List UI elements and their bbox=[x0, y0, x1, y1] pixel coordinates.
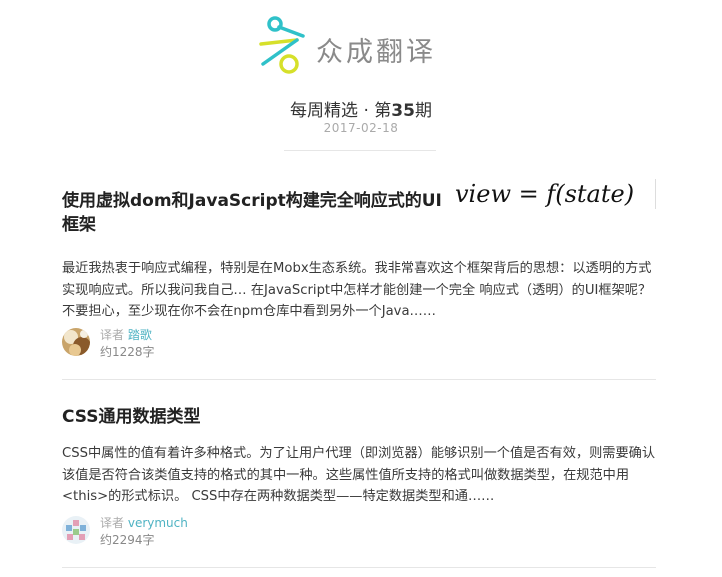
article-cover-formula[interactable]: view = f(state) bbox=[455, 179, 656, 209]
issue-date: 2017-02-18 bbox=[323, 121, 399, 135]
translator-label: 译者 bbox=[100, 328, 125, 342]
site-logo[interactable]: 众成翻译 bbox=[0, 10, 722, 80]
article-byline: 译者 踏歌 约1228字 bbox=[62, 326, 362, 364]
translator-line: 译者 verymuch bbox=[100, 514, 188, 531]
article-divider bbox=[62, 567, 656, 568]
article-summary: CSS中属性的值有着许多种格式。为了让用户代理（即浏览器）能够识别一个值是否有效… bbox=[62, 446, 656, 504]
avatar-photo-icon[interactable] bbox=[62, 328, 90, 356]
issue-number: 35 bbox=[391, 101, 415, 121]
word-count: 约1228字 bbox=[100, 345, 155, 359]
word-count: 约2294字 bbox=[100, 533, 155, 547]
article-card-2: CSS通用数据类型 bbox=[62, 405, 656, 429]
issue-title-prefix: 每周精选 · 第 bbox=[290, 101, 392, 121]
article-title[interactable]: 使用虚拟dom和JavaScript构建完全响应式的UI框架 bbox=[62, 189, 447, 237]
issue-divider bbox=[284, 150, 436, 151]
issue-title-suffix: 期 bbox=[414, 101, 432, 121]
article-byline: 译者 verymuch 约2294字 bbox=[62, 514, 362, 552]
translator-label: 译者 bbox=[100, 516, 125, 530]
article-summary: 最近我热衷于响应式编程，特别是在Mobx生态系统。我非常喜欢这个框架背后的思想：… bbox=[62, 261, 652, 319]
translator-line: 译者 踏歌 bbox=[100, 326, 152, 343]
issue-title: 每周精选 · 第35期 bbox=[0, 96, 722, 121]
article-divider bbox=[62, 379, 656, 380]
translator-name-link[interactable]: 踏歌 bbox=[128, 328, 152, 342]
brand-name: 众成翻译 bbox=[316, 37, 436, 68]
avatar-identicon-icon[interactable] bbox=[62, 516, 90, 544]
zhongcheng-logo-icon bbox=[259, 16, 305, 74]
article-title[interactable]: CSS通用数据类型 bbox=[62, 405, 656, 429]
translator-name-link[interactable]: verymuch bbox=[128, 516, 188, 530]
